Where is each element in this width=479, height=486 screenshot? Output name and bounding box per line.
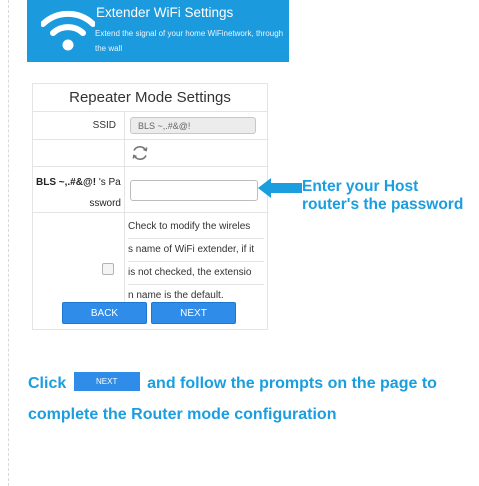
host-password-callout: Enter your Host router's the password (302, 178, 464, 213)
ssid-field[interactable]: BLS ~,.#&@! (130, 117, 256, 134)
panel-title: Repeater Mode Settings (33, 84, 267, 112)
modify-name-checkbox[interactable] (102, 263, 114, 275)
header-banner: Extender WiFi Settings Extend the signal… (27, 0, 289, 62)
instruction-text: Click NEXT and follow the prompts on the… (28, 368, 468, 430)
banner-subtitle: Extend the signal of your home WiFinetwo… (95, 29, 284, 53)
password-input[interactable] (130, 180, 258, 201)
description-line: Check to modify the wireles (128, 216, 264, 239)
password-label: BLS ~,.#&@! 's Pa ssword (33, 172, 122, 214)
inline-next-button: NEXT (73, 372, 140, 392)
ssid-row: SSID BLS ~,.#&@! (33, 112, 267, 140)
next-button[interactable]: NEXT (151, 302, 236, 324)
refresh-row (33, 140, 267, 167)
description-line: s name of WiFi extender, if it (128, 239, 264, 262)
password-label-suffix: 's Pa (96, 177, 121, 188)
description-line: is not checked, the extensio (128, 262, 264, 285)
modify-name-description: Check to modify the wireles s name of Wi… (128, 216, 264, 307)
rename-row: Check to modify the wireles s name of Wi… (33, 213, 267, 303)
refresh-icon[interactable] (131, 144, 149, 162)
instruction-click: Click (28, 375, 67, 392)
ssid-label: SSID (92, 120, 116, 131)
page-guide-line (8, 0, 9, 486)
back-button[interactable]: BACK (62, 302, 147, 324)
arrow-left-icon (258, 178, 302, 198)
password-label-line2: ssword (89, 198, 121, 209)
password-label-ssid: BLS ~,.#&@! (36, 177, 97, 188)
repeater-settings-panel: Repeater Mode Settings SSID BLS ~,.#&@! … (32, 83, 268, 330)
wifi-icon (41, 10, 95, 51)
banner-title: Extender WiFi Settings (96, 5, 234, 20)
password-row: BLS ~,.#&@! 's Pa ssword (33, 167, 267, 213)
